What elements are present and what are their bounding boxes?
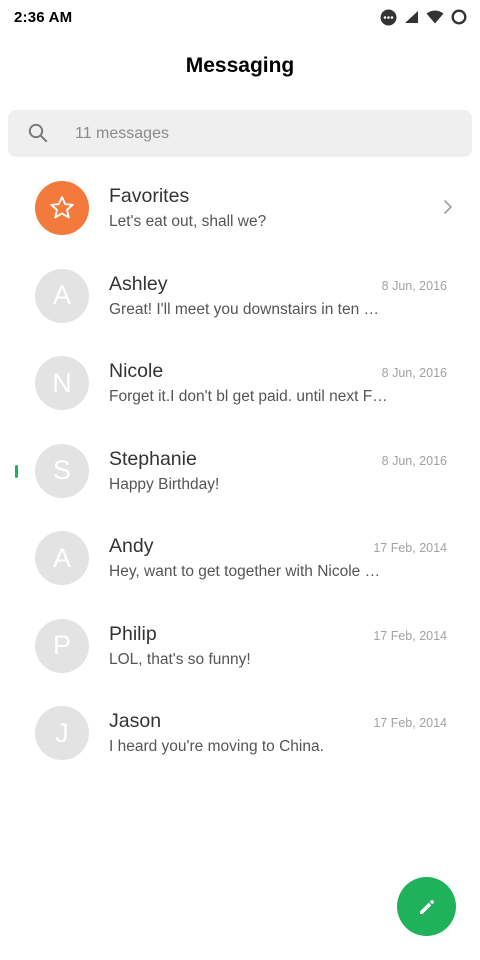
conversation-item-ashley[interactable]: A Ashley 8 Jun, 2016 Great! I'll meet yo… — [0, 253, 480, 341]
message-date: 17 Feb, 2014 — [373, 541, 447, 555]
status-bar: 2:36 AM — [0, 0, 480, 34]
avatar: N — [35, 356, 89, 410]
favorites-avatar — [35, 181, 89, 235]
status-time: 2:36 AM — [14, 8, 73, 26]
pencil-icon — [419, 899, 434, 914]
avatar: S — [35, 443, 89, 498]
message-date: 17 Feb, 2014 — [373, 628, 447, 643]
unread-indicator — [15, 464, 18, 478]
search-input[interactable]: 11 messages — [8, 110, 472, 157]
signal-icon — [404, 10, 419, 24]
contact-name: Nicole — [109, 360, 164, 382]
avatar: A — [35, 531, 89, 585]
contact-name: Ashley — [109, 272, 168, 295]
wifi-icon — [426, 10, 444, 24]
status-icons — [380, 9, 467, 26]
conversation-item-andy[interactable]: A Andy 17 Feb, 2014 Hey, want to get tog… — [0, 515, 480, 603]
favorites-name: Favorites — [109, 185, 190, 207]
avatar: J — [35, 706, 89, 760]
compose-button[interactable] — [397, 877, 456, 936]
message-snippet: I heard you're moving to China. — [109, 738, 324, 755]
conversation-item-philip[interactable]: P Philip 17 Feb, 2014 LOL, that's so fun… — [0, 603, 480, 691]
page-title: Messaging — [185, 54, 295, 77]
conversation-item-stephanie[interactable]: S Stephanie 8 Jun, 2016 Happy Birthday! — [0, 428, 480, 516]
chevron-right-icon — [444, 200, 452, 214]
messaging-screen: 2:36 AM Messaging 11 messages Favorites … — [0, 0, 480, 960]
contact-name: Stephanie — [109, 447, 197, 470]
message-snippet: Hey, want to get together with Nicole … — [109, 563, 381, 580]
message-date: 8 Jun, 2016 — [381, 278, 447, 293]
search-placeholder: 11 messages — [75, 125, 169, 142]
contact-name: Jason — [109, 710, 162, 732]
avatar: P — [35, 618, 89, 673]
conversation-list: Favorites Let's eat out, shall we? A Ash… — [0, 165, 480, 778]
conversation-item-nicole[interactable]: N Nicole 8 Jun, 2016 Forget it.I don't b… — [0, 340, 480, 428]
conversation-item-jason[interactable]: J Jason 17 Feb, 2014 I heard you're movi… — [0, 690, 480, 778]
message-date: 8 Jun, 2016 — [381, 366, 447, 380]
message-snippet: Forget it.I don't bl get paid. until nex… — [109, 388, 388, 405]
star-icon — [50, 196, 74, 219]
search-icon — [28, 123, 48, 143]
favorites-item[interactable]: Favorites Let's eat out, shall we? — [0, 165, 480, 253]
avatar: A — [35, 268, 89, 323]
contact-name: Andy — [109, 535, 154, 557]
battery-circle-icon — [451, 9, 467, 25]
contact-name: Philip — [109, 622, 157, 645]
message-snippet: Great! I'll meet you downstairs in ten … — [109, 300, 380, 318]
notification-dot-icon — [380, 9, 397, 26]
message-snippet: LOL, that's so funny! — [109, 650, 251, 668]
message-date: 17 Feb, 2014 — [373, 716, 447, 730]
message-snippet: Happy Birthday! — [109, 475, 220, 493]
message-date: 8 Jun, 2016 — [381, 453, 447, 468]
favorites-snippet: Let's eat out, shall we? — [109, 213, 267, 230]
